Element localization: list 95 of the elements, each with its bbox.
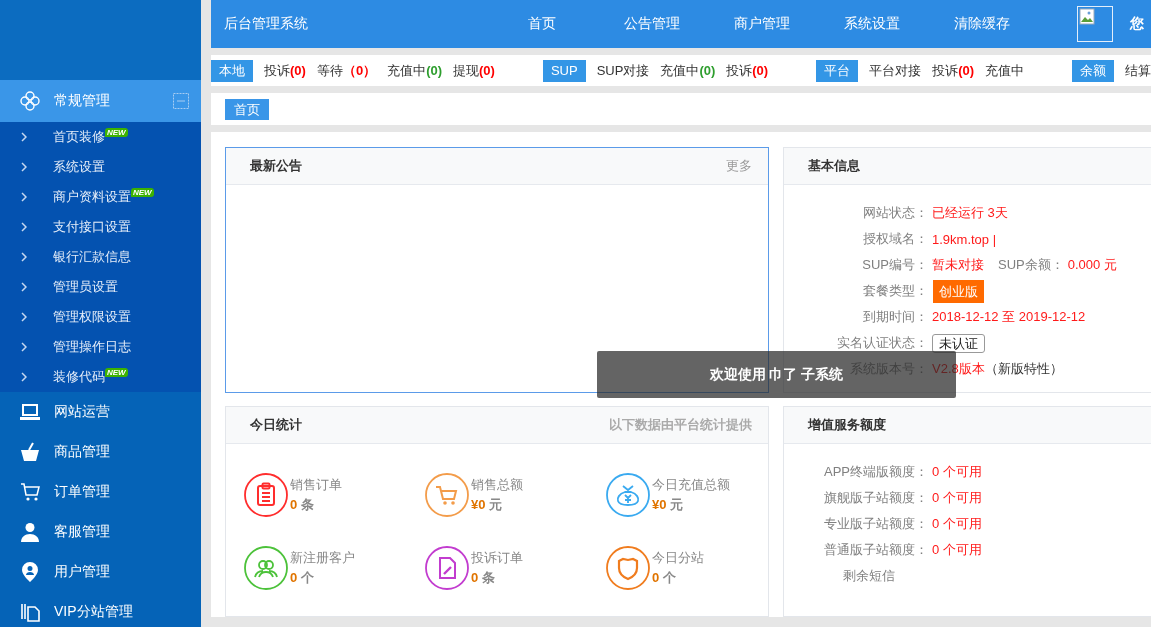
info-value: 1.9km.top | [932,231,997,247]
sidebar-menu-item[interactable]: VIP分站管理 [0,592,201,627]
status-link[interactable]: 投诉(0) [932,61,975,80]
new-badge: NEW [131,188,154,197]
info-value: 暂未对接 [932,256,984,274]
greeting-text: 您 [1130,15,1144,33]
group-tag: 余额 [1072,59,1115,82]
stat-label: 销售总额 [471,476,523,494]
stat-label: 投诉订单 [471,549,523,567]
info-label: 到期时间： [863,308,928,326]
submenu-item[interactable]: 银行汇款信息 [0,242,201,272]
stat-value: ¥0 元 [652,496,685,514]
panel-note: 以下数据由平台统计提供 [609,416,752,434]
stat-value: 0 个 [652,569,677,587]
status-link[interactable]: 等待（0） [316,61,377,80]
info-label: APP终端版额度： [824,463,928,481]
copy-icon [20,602,40,622]
chevron-right-icon [21,312,27,322]
nav-link[interactable]: 商户管理 [734,15,790,33]
release-notes-link[interactable]: （新版特性） [984,360,1063,378]
info-label: 网站状态： [863,204,928,222]
new-badge: NEW [105,368,128,377]
stat-label: 今日充值总额 [652,476,730,494]
status-link[interactable]: 充值中(0) [387,61,442,80]
info-label: 实名认证状态： [837,334,928,352]
nav-link[interactable]: 清除缓存 [954,15,1010,33]
basket-icon [20,442,40,462]
chevron-right-icon [21,342,27,352]
sidebar-menu-item[interactable]: 网站运营 [0,392,201,432]
info-value: 2018-12-12 至 2019-12-12 [932,308,1086,326]
submenu-item[interactable]: 管理权限设置 [0,302,201,332]
app-title: 后台管理系统 [224,15,308,33]
stat-label: 今日分站 [652,549,704,567]
info-label: 剩余短信 [843,567,895,585]
chevron-right-icon [21,222,27,232]
info-label: 专业版子站额度： [824,515,928,533]
panel-title: 今日统计 [250,416,302,434]
chevron-right-icon [21,132,27,142]
quota-value: 0 个可用 [932,463,982,481]
sidebar-menu-item[interactable]: 用户管理 [0,552,201,592]
submenu-item[interactable]: 管理员设置 [0,272,201,302]
stat-value: 0 个 [290,569,315,587]
quota-value: 0 个可用 [932,489,982,507]
chevron-right-icon [21,282,27,292]
nav-link[interactable]: 系统设置 [844,15,900,33]
stat-label: 销售订单 [290,476,342,494]
panel-title: 增值服务额度 [808,416,886,434]
chevron-right-icon [21,252,27,262]
info-label: 授权域名： [863,230,928,248]
nav-link[interactable]: 公告管理 [624,15,680,33]
status-link[interactable]: 平台对接 [869,61,922,80]
status-link[interactable]: 提现(0) [453,61,495,80]
quota-value: 0 个可用 [932,541,982,559]
plan-badge: 创业版 [933,279,984,303]
status-link[interactable]: 充值中(0) [660,61,716,80]
info-label: 套餐类型： [863,282,928,300]
status-link[interactable]: 投诉(0) [726,61,769,80]
group-tag: SUP [542,59,586,82]
info-label: 旗舰版子站额度： [824,489,928,507]
sidebar-menu-item[interactable]: 客服管理 [0,512,201,552]
stat-value: 0 条 [471,569,496,587]
stat-value: 0 条 [290,496,315,514]
panel-title: 最新公告 [250,157,302,175]
stat-label: 新注册客户 [290,549,355,567]
info-value: 0.000 元 [1067,256,1117,274]
info-label: SUP余额： [998,256,1064,274]
status-link[interactable]: SUP对接 [596,61,650,80]
laptop-icon [20,402,40,422]
sidebar-menu-item[interactable]: 订单管理 [0,472,201,512]
submenu-item[interactable]: 支付接口设置 [0,212,201,242]
info-value: 已经运行 3天 [932,204,1008,222]
status-link[interactable]: 结算 [1125,61,1151,80]
submenu-item[interactable]: 管理操作日志 [0,332,201,362]
panel-title: 基本信息 [808,157,860,175]
status-link[interactable]: 投诉(0) [264,61,306,80]
quota-value: 0 个可用 [932,515,982,533]
chevron-right-icon [21,162,27,172]
stat-value: ¥0 元 [471,496,504,514]
cart-icon [20,482,40,502]
nav-link[interactable]: 首页 [528,15,556,33]
chevron-right-icon [21,372,27,382]
chevron-right-icon [21,192,27,202]
new-badge: NEW [105,128,128,137]
flower-icon [20,91,40,111]
info-label: 普通版子站额度： [824,541,928,559]
user-pin-icon [20,562,40,582]
submenu-item[interactable]: 系统设置 [0,152,201,182]
group-tag: 本地 [211,59,253,82]
status-link[interactable]: 充值中 [985,61,1025,80]
info-label: SUP编号： [862,256,928,274]
person-icon [20,522,40,542]
sidebar-menu-item[interactable]: 商品管理 [0,432,201,472]
collapse-icon[interactable] [173,93,189,109]
broken-image-icon [1077,6,1113,42]
group-tag: 平台 [816,59,859,82]
